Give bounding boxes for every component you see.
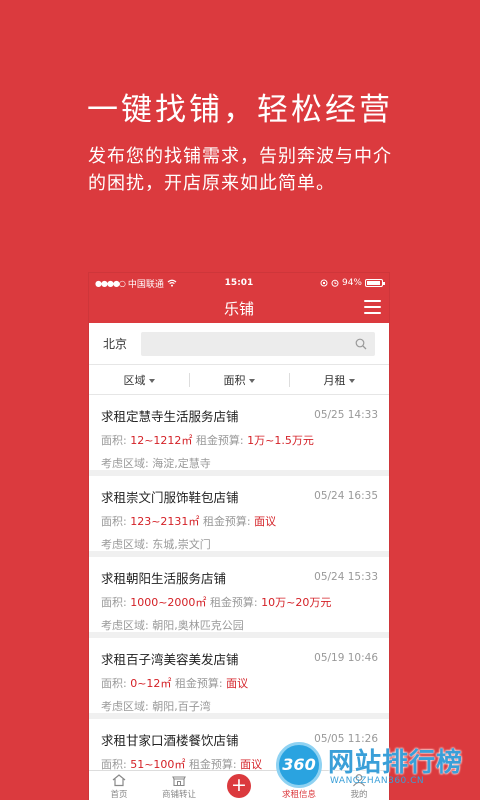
tab-rent-info-label: 求租信息 <box>281 790 316 800</box>
budget-value: 10万~20万元 <box>261 596 332 609</box>
tab-rent-info[interactable]: 求租信息 <box>269 771 329 800</box>
budget-label: 租金预算: <box>209 596 258 609</box>
area-value: 12~1212㎡ <box>130 434 193 447</box>
message-icon <box>292 774 306 787</box>
listing-region: 考虑区域: 海淀,定慧寺 <box>101 457 211 470</box>
area-value: 123~2131㎡ <box>130 515 200 528</box>
budget-value: 面议 <box>254 515 277 528</box>
tab-publish[interactable]: + <box>209 771 269 800</box>
budget-label: 租金预算: <box>195 434 244 447</box>
battery-icon <box>365 279 385 287</box>
listing-date: 05/24 16:35 <box>314 490 378 502</box>
search-icon[interactable] <box>355 338 367 350</box>
battery-level <box>367 281 381 285</box>
area-label: 面积: <box>101 677 127 690</box>
listing-date: 05/05 11:26 <box>314 733 378 745</box>
chevron-down-icon <box>148 378 155 383</box>
area-label: 面积: <box>101 434 127 447</box>
promo-subtitle-line1: 发布您的找铺需求，告别奔波与中介 <box>88 146 392 167</box>
filter-region[interactable]: 区域 <box>89 372 189 388</box>
search-input[interactable] <box>141 331 355 356</box>
listing-date: 05/24 15:33 <box>314 571 378 583</box>
chevron-down-icon <box>348 378 355 383</box>
app-title: 乐铺 <box>223 299 254 318</box>
filter-row: 区域 面积 月租 <box>89 365 389 395</box>
promo-subtitle-line2: 的困扰，开店原来如此简单。 <box>88 173 335 194</box>
plus-icon[interactable]: + <box>227 774 251 798</box>
listing-date: 05/19 10:46 <box>314 652 378 664</box>
phone-screen: ●●●●○ 中国联通 15:01 94% 乐铺 北京 区域 面积 月租 求租定慧… <box>89 273 389 800</box>
tab-home-label: 首页 <box>110 790 128 800</box>
chevron-down-icon <box>248 378 255 383</box>
budget-label: 租金预算: <box>174 677 223 690</box>
listing-area-budget: 面积: 1000~2000㎡ 租金预算: 10万~20万元 <box>101 594 377 610</box>
filter-area[interactable]: 面积 <box>189 372 289 388</box>
person-icon <box>353 774 365 787</box>
filter-area-label: 面积 <box>223 373 246 387</box>
area-value: 1000~2000㎡ <box>130 596 207 609</box>
listing-region: 考虑区域: 东城,崇文门 <box>101 538 211 551</box>
filter-region-label: 区域 <box>123 373 146 387</box>
tab-mine[interactable]: 我的 <box>329 771 389 800</box>
area-value: 0~12㎡ <box>130 677 172 690</box>
listing-area-budget: 面积: 0~12㎡ 租金预算: 面议 <box>101 675 377 691</box>
area-label: 面积: <box>101 515 127 528</box>
promo-subtitle: 发布您的找铺需求，告别奔波与中介 的困扰，开店原来如此简单。 <box>88 143 408 197</box>
list-item[interactable]: 求租崇文门服饰鞋包店铺 05/24 16:35 面积: 123~2131㎡ 租金… <box>89 476 389 557</box>
app-bar: 乐铺 <box>89 293 389 323</box>
listing-region: 考虑区域: 朝阳,百子湾 <box>101 700 211 713</box>
promo-title: 一键找铺，轻松经营 <box>87 92 393 128</box>
listing-region: 考虑区域: 朝阳,奥林匹克公园 <box>101 619 244 632</box>
budget-value: 1万~1.5万元 <box>247 434 314 447</box>
filter-rent-label: 月租 <box>323 373 346 387</box>
search-box[interactable] <box>141 331 375 356</box>
area-label: 面积: <box>101 596 127 609</box>
home-icon <box>112 774 126 787</box>
tab-shop-transfer-label: 商铺转让 <box>161 790 196 800</box>
tab-mine-label: 我的 <box>350 790 368 800</box>
status-time: 15:01 <box>224 278 254 288</box>
city-selector[interactable]: 北京 <box>103 335 133 352</box>
tab-shop-transfer[interactable]: 商铺转让 <box>149 771 209 800</box>
shop-icon <box>172 776 186 787</box>
listing-area-budget: 面积: 123~2131㎡ 租金预算: 面议 <box>101 513 377 529</box>
list-item[interactable]: 求租百子湾美容美发店铺 05/19 10:46 面积: 0~12㎡ 租金预算: … <box>89 638 389 719</box>
listing-area-budget: 面积: 12~1212㎡ 租金预算: 1万~1.5万元 <box>101 432 377 448</box>
menu-icon[interactable] <box>364 300 381 315</box>
list-item[interactable]: 求租定慧寺生活服务店铺 05/25 14:33 面积: 12~1212㎡ 租金预… <box>89 395 389 476</box>
budget-label: 租金预算: <box>202 515 251 528</box>
filter-rent[interactable]: 月租 <box>289 372 389 388</box>
listing-list: 求租定慧寺生活服务店铺 05/25 14:33 面积: 12~1212㎡ 租金预… <box>89 395 389 800</box>
budget-value: 面议 <box>226 677 249 690</box>
status-bar: ●●●●○ 中国联通 15:01 94% <box>89 273 389 293</box>
tab-bar: 首页 商铺转让 + 求租信息 我的 <box>89 770 389 800</box>
tab-home[interactable]: 首页 <box>89 771 149 800</box>
search-row: 北京 <box>89 323 389 365</box>
listing-date: 05/25 14:33 <box>314 409 378 421</box>
list-item[interactable]: 求租朝阳生活服务店铺 05/24 15:33 面积: 1000~2000㎡ 租金… <box>89 557 389 638</box>
